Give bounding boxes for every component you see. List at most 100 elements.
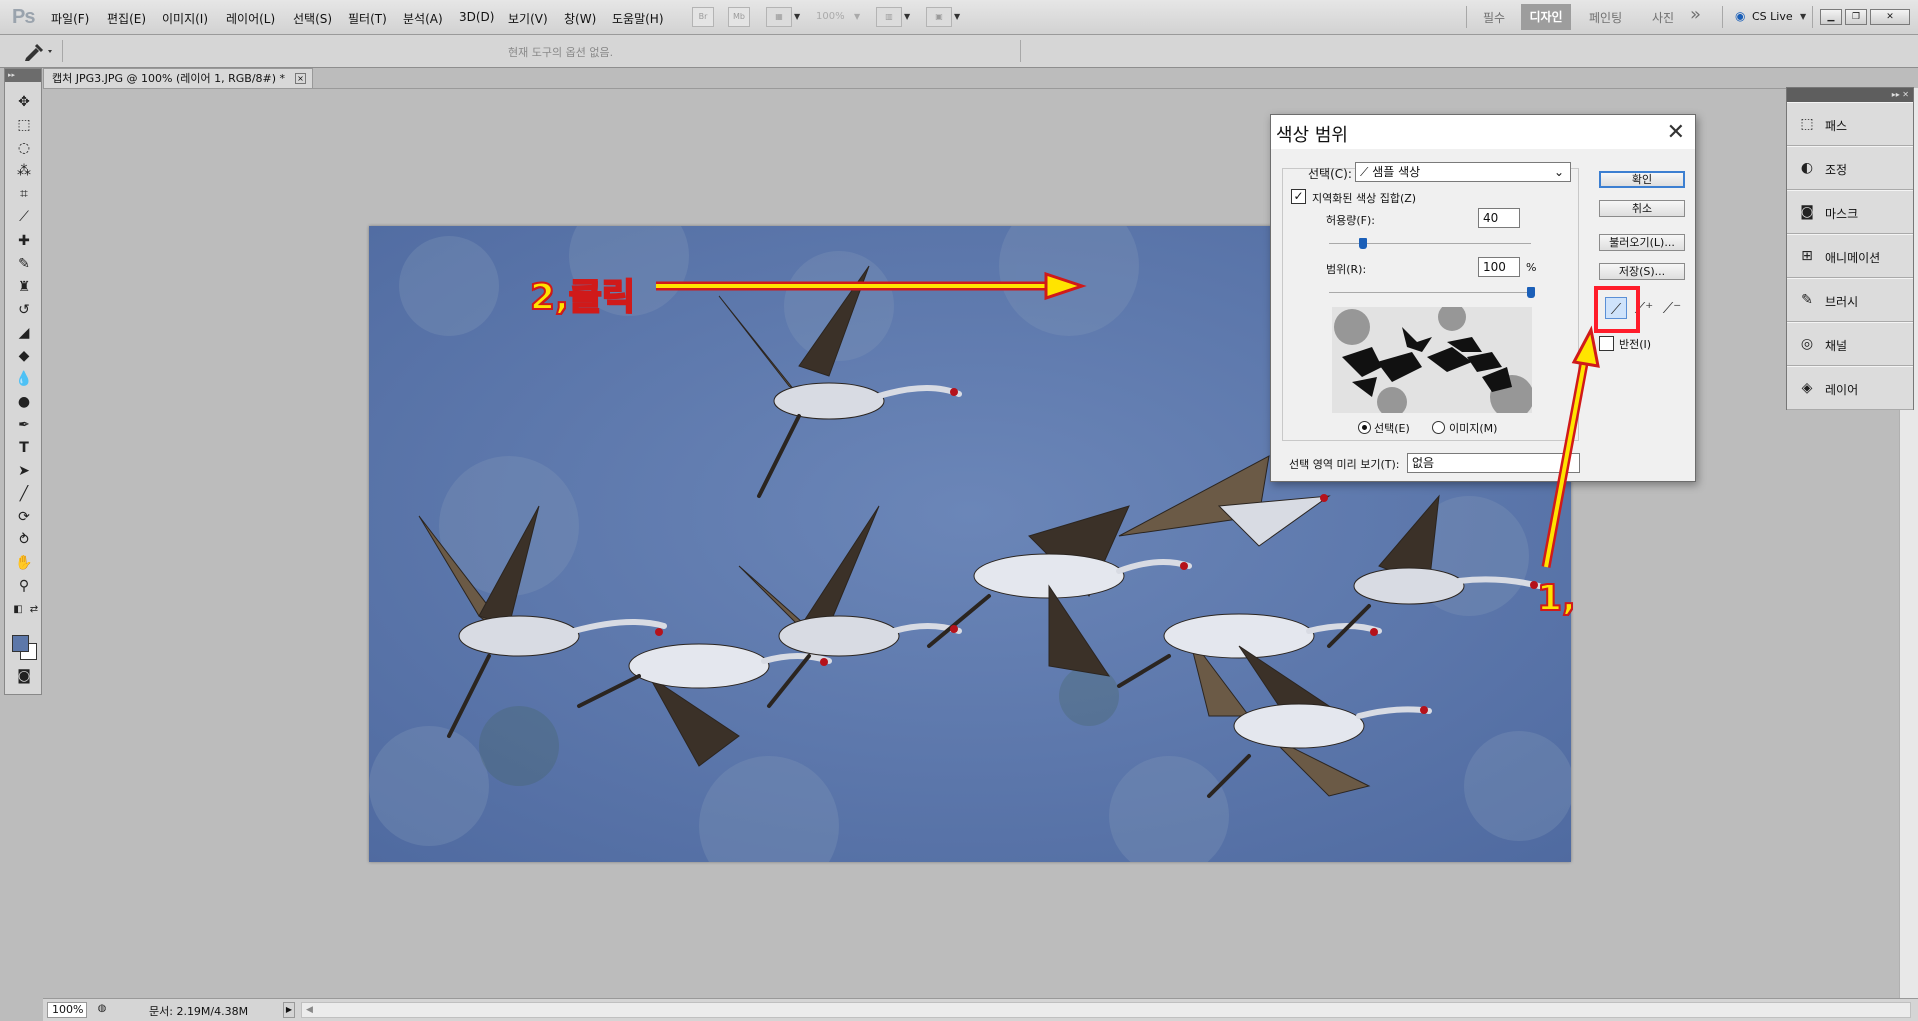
clone-stamp-tool-icon[interactable]: ♜	[13, 277, 35, 297]
status-options-icon[interactable]: ◍	[95, 1000, 109, 1018]
chevron-down-icon[interactable]: ▼	[794, 12, 800, 21]
foreground-color-swatch[interactable]	[12, 635, 29, 652]
view-extras-icon[interactable]: ▦	[766, 7, 792, 27]
menu-file[interactable]: 파일(F)	[51, 10, 89, 27]
crop-tool-icon[interactable]: ⌗	[13, 184, 35, 204]
panel-channels[interactable]: ◎ 채널	[1787, 322, 1913, 366]
cs-live-icon[interactable]: ◉	[1735, 9, 1745, 23]
more-workspaces-icon[interactable]: »	[1690, 4, 1701, 25]
localized-color-clusters-checkbox[interactable]: ✓	[1291, 189, 1306, 204]
selection-preview[interactable]	[1332, 307, 1532, 413]
horizontal-scrollbar[interactable]: ◀	[301, 1002, 1911, 1018]
line-tool-icon[interactable]: ╱	[13, 484, 35, 504]
panel-layers[interactable]: ◈ 레이어	[1787, 366, 1913, 410]
bridge-button[interactable]: Br	[692, 7, 714, 27]
zoom-input[interactable]: 100%	[47, 1002, 87, 1018]
menu-image[interactable]: 이미지(I)	[162, 10, 208, 27]
ok-button[interactable]: 확인	[1599, 171, 1685, 188]
close-icon[interactable]: ×	[295, 73, 306, 84]
dialog-titlebar[interactable]: 색상 범위 ✕	[1271, 115, 1695, 149]
history-brush-tool-icon[interactable]: ↺	[13, 300, 35, 320]
3d-orbit-tool-icon[interactable]: ⥁	[13, 530, 35, 550]
range-input[interactable]: 100	[1478, 257, 1520, 277]
selection-preview-label: 선택 영역 미리 보기(T):	[1289, 458, 1400, 471]
workspace-design[interactable]: 디자인	[1521, 4, 1571, 30]
select-dropdown[interactable]: ⟋ 샘플 색상 ⌄	[1355, 162, 1571, 182]
workspace-photography[interactable]: 사진	[1652, 9, 1674, 26]
eyedropper-tool-icon[interactable]: ⟋	[13, 207, 35, 227]
fuzziness-slider-thumb[interactable]	[1359, 238, 1368, 249]
eyedropper-minus-icon[interactable]: ⟋⁻	[1661, 297, 1683, 319]
screen-mode-icon[interactable]: ▣	[926, 7, 952, 27]
fuzziness-input[interactable]: 40	[1478, 208, 1520, 228]
document-tab[interactable]: 캡처 JPG3.JPG @ 100% (레이어 1, RGB/8#) * ×	[43, 68, 313, 88]
move-tool-icon[interactable]: ✥	[13, 92, 35, 112]
panel-dock-header[interactable]: ▸▸ ✕	[1787, 88, 1913, 102]
adjustments-icon: ◐	[1800, 160, 1814, 176]
status-menu-arrow-icon[interactable]: ▶	[283, 1002, 295, 1018]
eraser-tool-icon[interactable]: ◢	[13, 323, 35, 343]
menu-help[interactable]: 도움말(H)	[612, 10, 664, 27]
quick-selection-tool-icon[interactable]: ⁂	[13, 161, 35, 181]
zoom-tool-icon[interactable]: ⚲	[13, 576, 35, 596]
panel-adjustments[interactable]: ◐ 조정	[1787, 146, 1913, 190]
brush-icon: ✎	[1801, 292, 1813, 308]
tools-panel-header[interactable]: ▸▸	[5, 69, 41, 82]
tool-preset-picker[interactable]	[14, 40, 54, 62]
healing-brush-tool-icon[interactable]: ✚	[13, 231, 35, 251]
lasso-tool-icon[interactable]: ◌	[13, 138, 35, 158]
marquee-tool-icon[interactable]: ⬚	[13, 115, 35, 135]
brush-tool-icon[interactable]: ✎	[13, 254, 35, 274]
swap-colors-icon[interactable]: ⇄	[23, 600, 45, 620]
range-unit: %	[1526, 261, 1537, 274]
menu-filter[interactable]: 필터(T)	[348, 10, 387, 27]
document-size: 문서: 2.19M/4.38M	[149, 1005, 249, 1018]
close-icon[interactable]: ✕	[1667, 120, 1685, 145]
image-radio[interactable]	[1432, 421, 1445, 434]
menu-analysis[interactable]: 분석(A)	[403, 10, 443, 27]
menu-edit[interactable]: 편집(E)	[107, 10, 146, 27]
quick-mask-icon[interactable]: ◙	[13, 666, 35, 686]
minimize-button[interactable]: ▁	[1820, 9, 1842, 25]
zoom-level[interactable]: 100%	[816, 11, 845, 22]
menu-view[interactable]: 보기(V)	[508, 10, 548, 27]
menu-layer[interactable]: 레이어(L)	[226, 10, 275, 27]
dodge-tool-icon[interactable]: ●	[13, 392, 35, 412]
restore-button[interactable]: ❐	[1845, 9, 1867, 25]
selection-preview-dropdown[interactable]: 없음	[1407, 453, 1580, 473]
save-button[interactable]: 저장(S)...	[1599, 263, 1685, 280]
mini-bridge-button[interactable]: Mb	[728, 7, 750, 27]
workspace-essentials[interactable]: 필수	[1483, 9, 1505, 26]
3d-rotate-tool-icon[interactable]: ⟳	[13, 507, 35, 527]
type-tool-icon[interactable]: T	[13, 438, 35, 458]
chevron-down-icon[interactable]: ▼	[854, 12, 860, 21]
blur-tool-icon[interactable]: 💧	[13, 369, 35, 389]
select-label: 선택(C):	[1308, 167, 1352, 181]
range-slider-thumb[interactable]	[1527, 287, 1535, 298]
pen-tool-icon[interactable]: ✒	[13, 415, 35, 435]
chevron-down-icon[interactable]: ▼	[904, 12, 910, 21]
menu-window[interactable]: 창(W)	[564, 10, 596, 27]
load-button[interactable]: 불러오기(L)...	[1599, 234, 1685, 251]
selection-radio[interactable]	[1358, 421, 1371, 434]
arrange-documents-icon[interactable]: ▥	[876, 7, 902, 27]
range-slider-track[interactable]	[1329, 292, 1531, 293]
menu-3d[interactable]: 3D(D)	[459, 10, 494, 24]
chevron-down-icon[interactable]: ▼	[1800, 12, 1806, 21]
panel-dock: ▸▸ ✕ ⬚ 패스 ◐ 조정 ◙ 마스크 ⊞ 애니메이션 ✎ 브러시 ◎ 채널 …	[1786, 87, 1914, 410]
panel-masks[interactable]: ◙ 마스크	[1787, 190, 1913, 234]
path-selection-tool-icon[interactable]: ➤	[13, 461, 35, 481]
workspace-painting[interactable]: 페인팅	[1589, 9, 1622, 26]
hand-tool-icon[interactable]: ✋	[13, 553, 35, 573]
panel-animation[interactable]: ⊞ 애니메이션	[1787, 234, 1913, 278]
menu-select[interactable]: 선택(S)	[293, 10, 332, 27]
chevron-down-icon: ⌄	[1553, 165, 1564, 179]
close-button[interactable]: ✕	[1870, 9, 1910, 25]
paint-bucket-tool-icon[interactable]: ◆	[13, 346, 35, 366]
panel-brush[interactable]: ✎ 브러시	[1787, 278, 1913, 322]
chevron-down-icon[interactable]: ▼	[954, 12, 960, 21]
cancel-button[interactable]: 취소	[1599, 200, 1685, 217]
cs-live-menu[interactable]: CS Live	[1752, 10, 1793, 23]
panel-paths[interactable]: ⬚ 패스	[1787, 102, 1913, 146]
invert-checkbox[interactable]	[1599, 336, 1614, 351]
